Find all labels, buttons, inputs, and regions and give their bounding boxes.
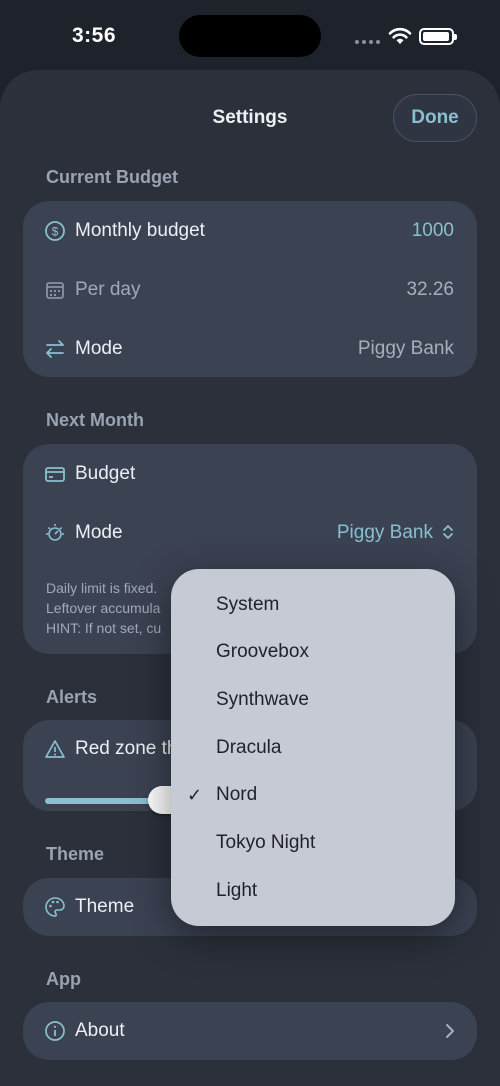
next-mode-value[interactable]: Piggy Bank (337, 522, 433, 544)
theme-option-groovebox[interactable]: Groovebox (171, 629, 455, 676)
svg-text:$: $ (52, 224, 59, 238)
theme-option-system[interactable]: System (171, 581, 455, 628)
current-budget-card: $ Monthly budget 1000 Per day 32.26 Mode… (23, 201, 477, 377)
next-budget-label: Budget (75, 462, 136, 484)
next-mode-label: Mode (75, 521, 123, 543)
next-mode-row[interactable]: Mode Piggy Bank (23, 503, 477, 562)
mode-dial-icon (46, 523, 64, 541)
monthly-budget-label: Monthly budget (75, 219, 205, 241)
theme-option-tokyo-night[interactable]: Tokyo Night (171, 820, 455, 867)
theme-option-dracula[interactable]: Dracula (171, 724, 455, 771)
checkmark-icon: ✓ (187, 784, 203, 805)
theme-option-label: Synthwave (216, 688, 309, 710)
status-time: 3:56 (72, 24, 117, 47)
theme-label: Theme (75, 896, 135, 917)
theme-dropdown-menu: System Groovebox Synthwave Dracula ✓ Nord Toky… (171, 569, 455, 926)
section-app: App (46, 969, 81, 989)
theme-option-label: Light (216, 879, 258, 901)
theme-option-label: Dracula (216, 736, 282, 758)
per-day-label: Per day (75, 278, 141, 300)
monthly-budget-value[interactable]: 1000 (412, 220, 454, 242)
cellular-signal-icon (355, 40, 380, 44)
app-card: About (23, 1002, 477, 1060)
theme-option-label: Groovebox (216, 641, 309, 663)
status-bar: 3:56 (0, 0, 500, 70)
done-button[interactable]: Done (393, 94, 477, 142)
hint-line-3: HINT: If not set, cu (46, 620, 162, 636)
theme-option-synthwave[interactable]: Synthwave (171, 676, 455, 723)
chevron-right-icon (446, 1024, 454, 1038)
hint-line-2: Leftover accumula (46, 600, 161, 616)
chevron-up-down-icon (443, 525, 453, 539)
calendar-icon (46, 281, 64, 299)
per-day-value: 32.26 (406, 278, 454, 300)
info-circle-icon (45, 1021, 65, 1041)
mode-hint-text: Daily limit is fixed. Leftover accumula … (46, 578, 161, 638)
current-mode-label: Mode (75, 337, 123, 359)
current-mode-row: Mode Piggy Bank (23, 319, 477, 378)
section-alerts: Alerts (46, 687, 98, 707)
theme-option-label: Nord (216, 784, 258, 806)
section-next-month: Next Month (46, 410, 144, 430)
about-row[interactable]: About (23, 1002, 477, 1060)
palette-icon (45, 897, 65, 917)
dollar-circle-icon: $ (45, 220, 65, 241)
credit-card-icon (45, 466, 65, 482)
about-label: About (75, 1020, 125, 1041)
per-day-row: Per day 32.26 (23, 260, 477, 319)
theme-option-light[interactable]: Light (171, 867, 455, 914)
next-budget-row[interactable]: Budget (23, 444, 477, 503)
warning-triangle-icon (45, 739, 65, 758)
dynamic-island (179, 15, 321, 57)
hint-line-1: Daily limit is fixed. (46, 580, 158, 596)
theme-option-label: System (216, 593, 280, 615)
theme-option-nord[interactable]: ✓ Nord (171, 772, 455, 819)
battery-icon (419, 28, 457, 45)
section-theme: Theme (46, 844, 105, 864)
wifi-icon (388, 27, 412, 44)
monthly-budget-row[interactable]: $ Monthly budget 1000 (23, 201, 477, 260)
arrows-swap-icon (45, 339, 64, 358)
current-mode-value: Piggy Bank (357, 337, 454, 359)
theme-option-label: Tokyo Night (216, 832, 316, 853)
red-zone-label: Red zone th (75, 737, 178, 759)
section-current-budget: Current Budget (46, 167, 178, 187)
